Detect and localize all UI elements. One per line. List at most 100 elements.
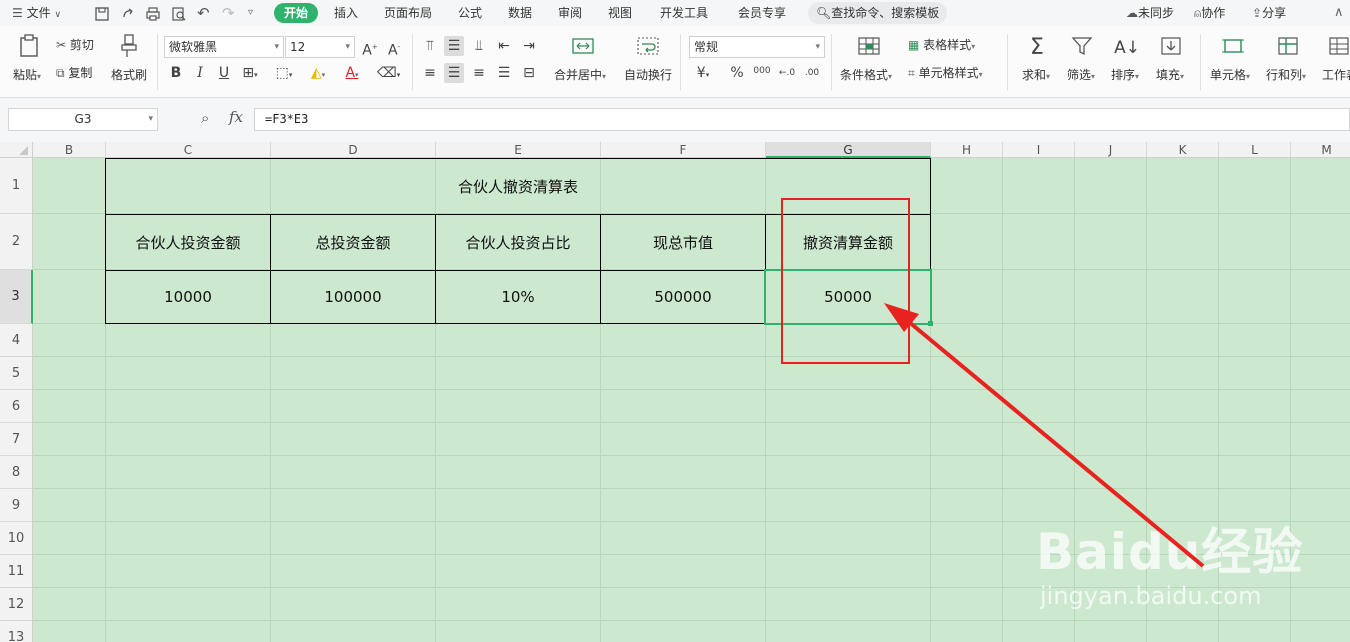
fill-color-icon[interactable]: ◭▾: [308, 63, 328, 83]
eraser-icon[interactable]: ⌫▾: [377, 63, 400, 83]
tab-review[interactable]: 审阅: [558, 0, 582, 26]
increase-indent-icon[interactable]: ⇥: [519, 36, 539, 56]
align-bottom-icon[interactable]: ⫫: [469, 36, 489, 56]
cut-label: 剪切: [69, 38, 94, 52]
tab-insert[interactable]: 插入: [334, 0, 358, 26]
italic-button[interactable]: I: [190, 63, 210, 83]
copy-button[interactable]: ⧉ 复制: [56, 64, 92, 81]
cell-icon[interactable]: [1220, 36, 1246, 60]
redo-icon[interactable]: ↷: [222, 0, 235, 26]
currency-button[interactable]: ¥▾: [693, 63, 713, 83]
align-left-icon[interactable]: ≡: [420, 63, 440, 83]
separator: [831, 34, 832, 90]
cell-style-button[interactable]: ⌗ 单元格样式▾: [908, 64, 983, 81]
copy-label: 复制: [68, 66, 93, 80]
paste-icon[interactable]: [16, 34, 42, 58]
align-center-icon[interactable]: ☰: [444, 63, 464, 83]
tab-developer[interactable]: 开发工具: [660, 0, 708, 26]
format-painter-button[interactable]: 格式刷: [111, 66, 147, 83]
fx-button[interactable]: fx: [229, 108, 243, 126]
ribbon-toolbar: 粘贴▾ ✂ 剪切 ⧉ 复制 格式刷 微软雅黑 ▾ 12 ▾ A+ A- B I U …: [0, 26, 1350, 98]
spreadsheet-grid[interactable]: B C D E F G H I J K L M 1 2 3 4 5 6 7 8 …: [0, 142, 1350, 642]
table-style-button[interactable]: ▦ 表格样式▾: [908, 36, 975, 53]
command-search[interactable]: 🔍︎查找命令、搜索模板: [808, 2, 948, 24]
worksheet-button[interactable]: 工作表: [1322, 66, 1350, 83]
worksheet-icon[interactable]: [1326, 36, 1350, 60]
rows-cols-button[interactable]: 行和列▾: [1266, 66, 1306, 83]
save-icon[interactable]: [94, 0, 110, 26]
wrap-text-button[interactable]: 自动换行: [624, 66, 672, 83]
filter-icon[interactable]: [1069, 36, 1095, 60]
sort-icon[interactable]: A↓: [1114, 36, 1140, 60]
conditional-format-button[interactable]: 条件格式▾: [840, 66, 892, 83]
font-color-icon[interactable]: A▾: [342, 63, 362, 83]
merge-center-icon[interactable]: [570, 36, 596, 60]
formula-bar: G3 ▾ ⌕ fx =F3*E3: [0, 98, 1350, 142]
separator: [157, 34, 158, 90]
share-button[interactable]: ⇪分享: [1252, 0, 1286, 26]
increase-decimal-icon[interactable]: ←.0: [777, 63, 797, 83]
underline-button[interactable]: U: [214, 63, 234, 83]
font-name-select[interactable]: 微软雅黑 ▾: [164, 36, 284, 58]
sort-button[interactable]: 排序▾: [1111, 66, 1139, 83]
chevron-down-icon: ▾: [345, 42, 350, 52]
decrease-font-icon[interactable]: A-: [384, 37, 404, 59]
align-top-icon[interactable]: ⫪: [420, 36, 440, 56]
font-size-select[interactable]: 12 ▾: [285, 36, 355, 58]
tab-data[interactable]: 数据: [508, 0, 532, 26]
name-box[interactable]: G3 ▾: [8, 108, 158, 131]
sum-icon[interactable]: Σ: [1024, 36, 1050, 60]
tab-member[interactable]: 会员专享: [738, 0, 786, 26]
thousands-button[interactable]: 000: [752, 61, 772, 81]
quick-access-dropdown-icon[interactable]: ▿: [248, 0, 253, 26]
fill-icon[interactable]: [1158, 36, 1184, 60]
zoom-search-icon[interactable]: ⌕: [201, 109, 209, 127]
tab-page-layout[interactable]: 页面布局: [384, 0, 432, 26]
bold-button[interactable]: B: [166, 63, 186, 83]
number-format-select[interactable]: 常规 ▾: [689, 36, 825, 58]
percent-button[interactable]: %: [727, 63, 747, 83]
increase-font-icon[interactable]: A+: [360, 37, 380, 59]
share-link-icon[interactable]: [120, 0, 136, 26]
table-style-label: 表格样式: [923, 38, 972, 52]
distribute-icon[interactable]: ⊟: [519, 63, 539, 83]
cell-style-icon: ⌗: [908, 66, 915, 80]
sum-button[interactable]: 求和▾: [1022, 66, 1050, 83]
search-icon: 🔍︎: [816, 6, 832, 20]
cloud-icon: ☁: [1126, 6, 1138, 20]
conditional-format-icon[interactable]: [856, 36, 882, 60]
cell-button[interactable]: 单元格▾: [1210, 66, 1250, 83]
number-format-value: 常规: [694, 40, 719, 54]
decrease-decimal-icon[interactable]: .00: [802, 63, 822, 83]
collapse-ribbon-icon[interactable]: ∧: [1334, 0, 1344, 26]
paste-button[interactable]: 粘贴▾: [13, 66, 41, 83]
merge-center-button[interactable]: 合并居中▾: [554, 66, 606, 83]
file-menu[interactable]: ☰ 文件 ∨: [12, 0, 61, 26]
decrease-indent-icon[interactable]: ⇤: [494, 36, 514, 56]
align-middle-icon[interactable]: ☰: [444, 36, 464, 56]
share-label: 分享: [1262, 6, 1287, 20]
wrap-text-icon[interactable]: [635, 36, 661, 60]
filter-button[interactable]: 筛选▾: [1067, 66, 1095, 83]
print-icon[interactable]: [145, 0, 161, 26]
fill-button[interactable]: 填充▾: [1156, 66, 1184, 83]
brush-icon[interactable]: [116, 34, 142, 58]
table-style-icon: ▦: [908, 38, 920, 52]
tab-view[interactable]: 视图: [608, 0, 632, 26]
sync-status[interactable]: ☁未同步: [1126, 0, 1174, 26]
tab-formulas[interactable]: 公式: [458, 0, 482, 26]
justify-icon[interactable]: ☰: [494, 63, 514, 83]
file-menu-label: 文件: [26, 6, 51, 20]
print-preview-icon[interactable]: [171, 0, 187, 26]
cell-style-label: 单元格样式: [918, 66, 979, 80]
borders-icon[interactable]: ⊞▾: [240, 63, 260, 83]
fill-pattern-icon[interactable]: ⬚▾: [274, 63, 294, 83]
formula-input[interactable]: =F3*E3: [254, 108, 1350, 131]
rows-cols-icon[interactable]: [1275, 36, 1301, 60]
tab-home[interactable]: 开始: [274, 3, 319, 23]
undo-icon[interactable]: ↶: [197, 0, 210, 26]
collab-button[interactable]: ⍝协作: [1194, 0, 1225, 26]
font-size-value: 12: [290, 40, 306, 54]
align-right-icon[interactable]: ≡: [469, 63, 489, 83]
cut-button[interactable]: ✂ 剪切: [56, 36, 94, 53]
